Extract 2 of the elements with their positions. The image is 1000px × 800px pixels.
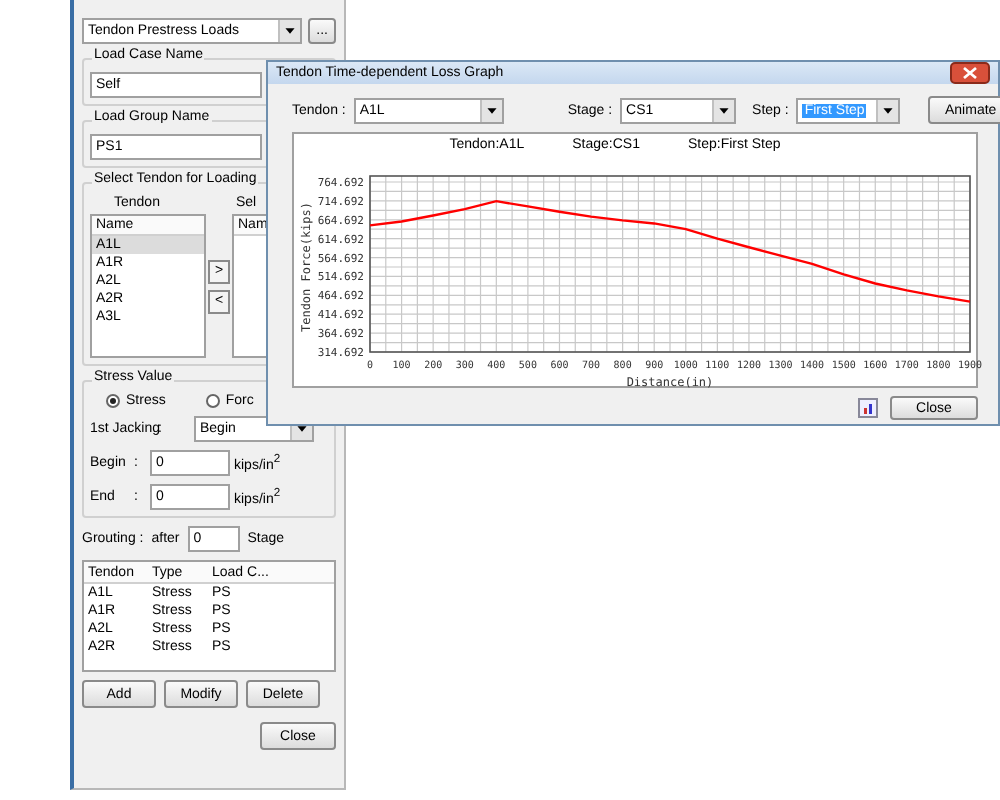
chart-icon[interactable] xyxy=(858,398,878,418)
close-icon[interactable] xyxy=(950,62,990,84)
